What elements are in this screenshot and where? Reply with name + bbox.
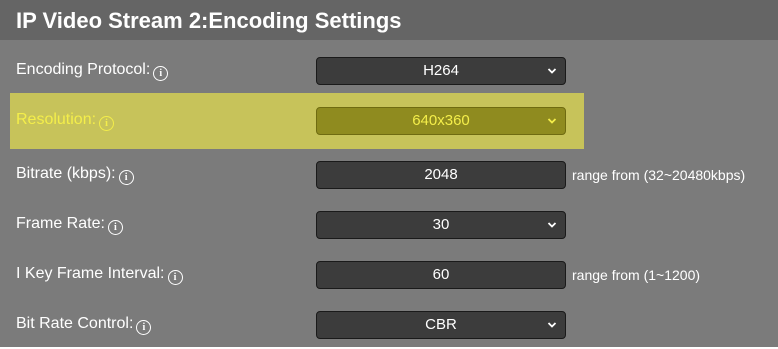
- bitrate-range-hint: range from (32~20480kbps): [572, 167, 746, 183]
- row-bitrate: Bitrate (kbps): i 2048 range from (32~204…: [0, 151, 778, 199]
- encoding-protocol-value: H264: [423, 62, 459, 79]
- chevron-down-icon: [547, 322, 557, 328]
- info-icon[interactable]: i: [136, 320, 152, 335]
- row-bit-rate-control: Bit Rate Control: i CBR: [0, 301, 778, 349]
- row-frame-rate: Frame Rate: i 30: [0, 201, 778, 249]
- bit-rate-control-value: CBR: [425, 316, 457, 333]
- info-icon[interactable]: i: [107, 220, 123, 235]
- bit-rate-control-label: Bit Rate Control: i: [16, 315, 152, 335]
- bit-rate-control-select[interactable]: CBR: [316, 311, 566, 339]
- encoding-protocol-label-text: Encoding Protocol:: [16, 61, 151, 78]
- frame-rate-label-text: Frame Rate:: [16, 215, 105, 232]
- resolution-value: 640x360: [412, 112, 470, 129]
- resolution-select[interactable]: 640x360: [316, 107, 566, 135]
- key-frame-interval-label: I Key Frame Interval: i: [16, 265, 183, 285]
- key-frame-interval-range-hint: range from (1~1200): [572, 267, 701, 283]
- bitrate-label: Bitrate (kbps): i: [16, 165, 134, 185]
- frame-rate-value: 30: [432, 216, 450, 233]
- bitrate-label-text: Bitrate (kbps):: [16, 165, 116, 182]
- bitrate-value: 2048: [424, 166, 458, 183]
- key-frame-interval-label-text: I Key Frame Interval:: [16, 265, 165, 282]
- info-icon[interactable]: i: [167, 270, 183, 285]
- frame-rate-select[interactable]: 30: [316, 211, 566, 239]
- bitrate-input[interactable]: 2048: [316, 161, 566, 189]
- row-encoding-protocol: Encoding Protocol: i H264: [0, 47, 778, 95]
- bit-rate-control-label-text: Bit Rate Control:: [16, 315, 134, 332]
- frame-rate-label: Frame Rate: i: [16, 215, 123, 235]
- info-icon[interactable]: i: [118, 170, 134, 185]
- info-icon[interactable]: i: [99, 116, 115, 131]
- chevron-down-icon: [547, 118, 557, 124]
- info-icon[interactable]: i: [153, 66, 169, 81]
- encoding-protocol-label: Encoding Protocol: i: [16, 61, 169, 81]
- key-frame-interval-input[interactable]: 60: [316, 261, 566, 289]
- row-key-frame-interval: I Key Frame Interval: i 60 range from (1~…: [0, 251, 778, 299]
- title-bar: IP Video Stream 2:Encoding Settings: [0, 0, 778, 40]
- encoding-protocol-select[interactable]: H264: [316, 57, 566, 85]
- row-resolution: Resolution: i 640x360: [10, 93, 584, 149]
- chevron-down-icon: [547, 222, 557, 228]
- chevron-down-icon: [547, 68, 557, 74]
- resolution-label-text: Resolution:: [16, 111, 97, 128]
- encoding-settings-panel: IP Video Stream 2:Encoding Settings Enco…: [0, 0, 778, 347]
- key-frame-interval-value: 60: [432, 266, 450, 283]
- page-title: IP Video Stream 2:Encoding Settings: [16, 8, 402, 33]
- resolution-label: Resolution: i: [16, 111, 115, 131]
